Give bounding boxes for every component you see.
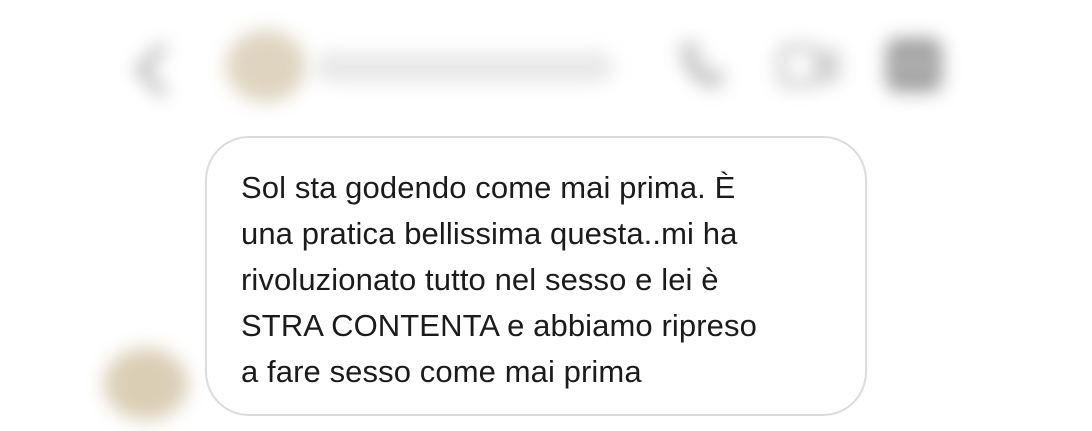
sender-avatar[interactable] bbox=[104, 348, 188, 420]
message-line: rivoluzionato tutto nel sesso e lei è bbox=[241, 262, 719, 297]
more-icon[interactable] bbox=[882, 34, 946, 96]
phone-icon[interactable] bbox=[674, 38, 730, 94]
contact-avatar[interactable] bbox=[226, 30, 306, 102]
message-line: a fare sesso come mai prima bbox=[241, 354, 642, 389]
back-chevron-icon[interactable] bbox=[128, 42, 176, 98]
message-bubble[interactable]: Sol sta godendo come mai prima. È una pr… bbox=[205, 136, 867, 416]
chat-header bbox=[0, 0, 1092, 130]
message-line: Sol sta godendo come mai prima. È bbox=[241, 170, 736, 205]
video-call-icon[interactable] bbox=[775, 36, 841, 96]
message-line: STRA CONTENTA e abbiamo ripreso bbox=[241, 308, 757, 343]
contact-name[interactable] bbox=[315, 52, 613, 82]
message-line: una pratica bellissima questa..mi ha bbox=[241, 216, 738, 251]
chat-screen: Sol sta godendo come mai prima. È una pr… bbox=[0, 0, 1092, 431]
